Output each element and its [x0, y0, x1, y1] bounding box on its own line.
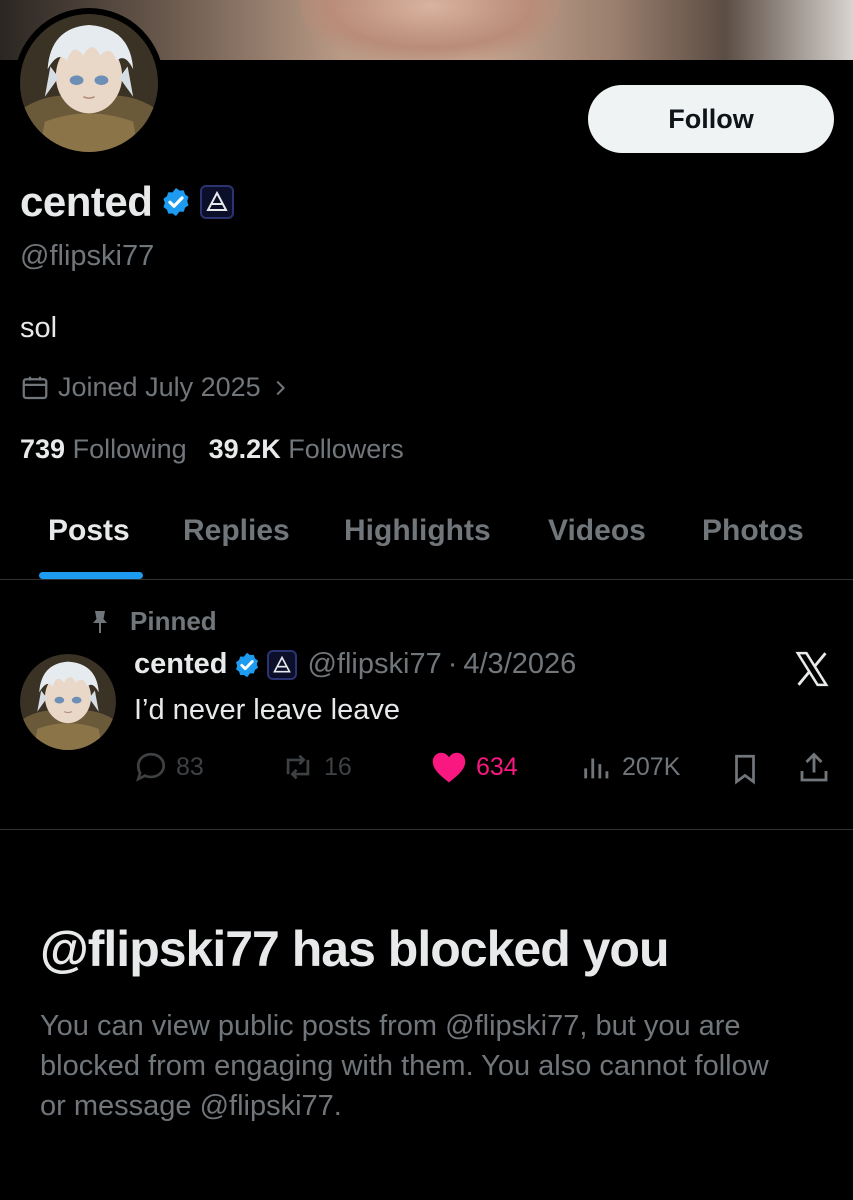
display-name: cented: [20, 178, 153, 225]
analytics-icon: [584, 758, 609, 779]
tab-videos[interactable]: Videos: [548, 514, 646, 548]
post-author-handle: @flipski77: [307, 648, 442, 680]
bookmark-icon[interactable]: [728, 752, 762, 786]
pinned-indicator: Pinned: [88, 606, 217, 637]
blocked-message: You can view public posts from @flipski7…: [40, 1010, 769, 1122]
calendar-icon: [22, 376, 48, 399]
tab-highlights[interactable]: Highlights: [344, 514, 491, 548]
heart-filled-icon: [432, 752, 466, 783]
followers-link[interactable]: 39.2K Followers: [209, 434, 404, 465]
views-count: 207K: [622, 752, 681, 781]
reply-count: 83: [176, 752, 204, 781]
section-divider: [0, 829, 853, 830]
blocked-title: @flipski77 has blocked you: [40, 921, 670, 977]
x-logo-icon[interactable]: [792, 650, 832, 688]
pinned-label: Pinned: [130, 606, 217, 636]
affiliate-badge-icon[interactable]: [267, 649, 298, 680]
joined-date-row[interactable]: Joined July 2025: [20, 372, 291, 403]
avatar-image: [20, 14, 158, 152]
post-author-name[interactable]: cented: [134, 648, 227, 681]
tab-posts[interactable]: Posts: [48, 514, 130, 548]
following-label: Following: [72, 434, 187, 464]
verified-badge-icon[interactable]: [233, 651, 261, 679]
post-text: I’d never leave leave: [134, 694, 400, 726]
post-separator: ·: [447, 648, 458, 680]
banner-image: [300, 0, 560, 60]
profile-handle: @flipski77: [20, 240, 155, 272]
profile-tabs: Posts Replies Highlights Videos Photos: [0, 500, 853, 580]
affiliate-logo-icon: [273, 655, 292, 672]
views-action[interactable]: 207K: [580, 750, 680, 784]
following-link[interactable]: 739 Following: [20, 434, 187, 465]
profile-name-row: cented: [20, 178, 235, 226]
profile-bio: sol: [20, 312, 58, 344]
joined-date: Joined July 2025: [58, 372, 261, 402]
followers-count: 39.2K: [208, 434, 281, 464]
affiliate-logo-icon: [206, 190, 229, 211]
post-actions: 83 16 634 207K: [0, 750, 853, 790]
active-tab-indicator: [39, 572, 143, 579]
following-count: 739: [20, 434, 66, 464]
share-icon[interactable]: [796, 750, 832, 786]
chevron-right-icon: [276, 380, 285, 395]
like-count: 634: [476, 752, 518, 781]
reply-icon: [136, 752, 166, 782]
repost-action[interactable]: 16: [280, 750, 352, 784]
pin-icon: [93, 610, 107, 633]
profile-avatar[interactable]: [14, 8, 164, 158]
follow-stats: 739 Following 39.2K Followers: [20, 434, 404, 465]
followers-label: Followers: [288, 434, 404, 464]
post-header: cented @flipski77 · 4/3/2026: [134, 648, 576, 681]
tab-replies[interactable]: Replies: [183, 514, 290, 548]
affiliate-badge-icon[interactable]: [200, 185, 235, 219]
follow-button[interactable]: Follow: [588, 85, 834, 153]
avatar-image: [20, 654, 116, 750]
verified-badge-icon[interactable]: [160, 186, 192, 218]
post-author-avatar[interactable]: [20, 654, 116, 750]
tab-photos[interactable]: Photos: [702, 514, 804, 548]
repost-icon: [286, 754, 310, 780]
repost-count: 16: [324, 752, 352, 781]
post-date[interactable]: 4/3/2026: [463, 648, 576, 681]
like-action[interactable]: 634: [430, 750, 518, 784]
reply-action[interactable]: 83: [134, 750, 204, 784]
